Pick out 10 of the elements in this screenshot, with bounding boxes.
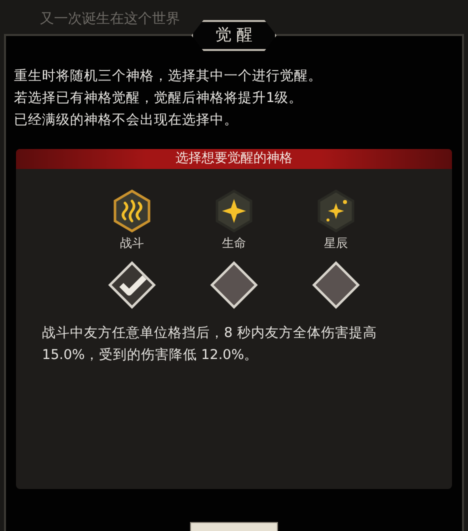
intro-text: 若选择已有神格觉醒，觉醒后神格将提升1级。 xyxy=(14,89,304,108)
emblem-label: 星辰 xyxy=(324,235,348,252)
emblem-label: 生命 xyxy=(222,235,246,252)
intro-text: 重生时将随机三个神格，选择其中一个进行觉醒。 xyxy=(14,67,323,86)
description-text: 战斗中友方任意单位格挡后，8 秒内友方全体伤害提高 15.0%，受到的伤害降低 12.0%。 xyxy=(41,324,378,365)
emblem-label: 战斗 xyxy=(120,235,144,252)
section-header: 选择想要觉醒的神格 xyxy=(16,149,452,169)
dialog-title: 觉 醒 xyxy=(191,20,277,51)
background-caption: 又一次诞生在这个世界 xyxy=(40,10,181,29)
intro-text: 已经满级的神格不会出现在选择中。 xyxy=(14,111,239,130)
